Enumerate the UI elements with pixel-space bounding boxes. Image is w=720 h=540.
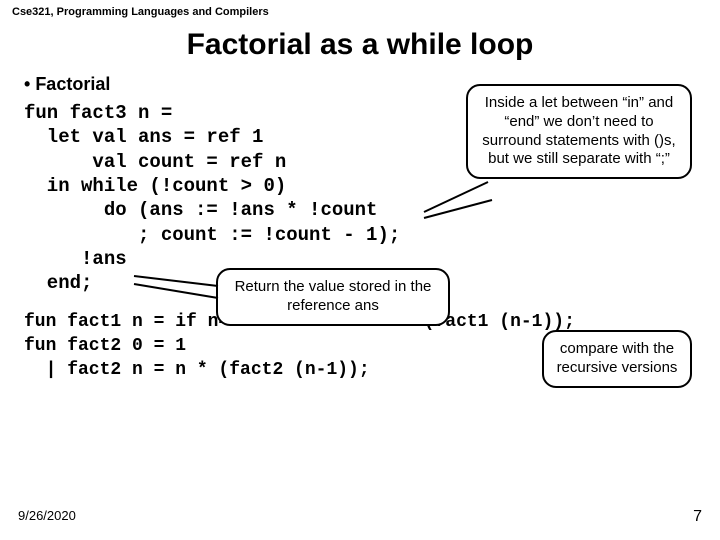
footer-date: 9/26/2020 (18, 508, 76, 526)
callout-compare: compare with the recursive versions (542, 330, 692, 388)
callout-return-value: Return the value stored in the reference… (216, 268, 450, 326)
footer: 9/26/2020 7 (18, 508, 702, 526)
bullet-text: Factorial (35, 74, 110, 94)
course-header: Cse321, Programming Languages and Compil… (0, 0, 720, 24)
slide-title: Factorial as a while loop (0, 28, 720, 62)
bullet-marker: • (24, 74, 35, 94)
page-number: 7 (693, 508, 702, 526)
callout-inside-let: Inside a let between “in” and “end” we d… (466, 84, 692, 179)
